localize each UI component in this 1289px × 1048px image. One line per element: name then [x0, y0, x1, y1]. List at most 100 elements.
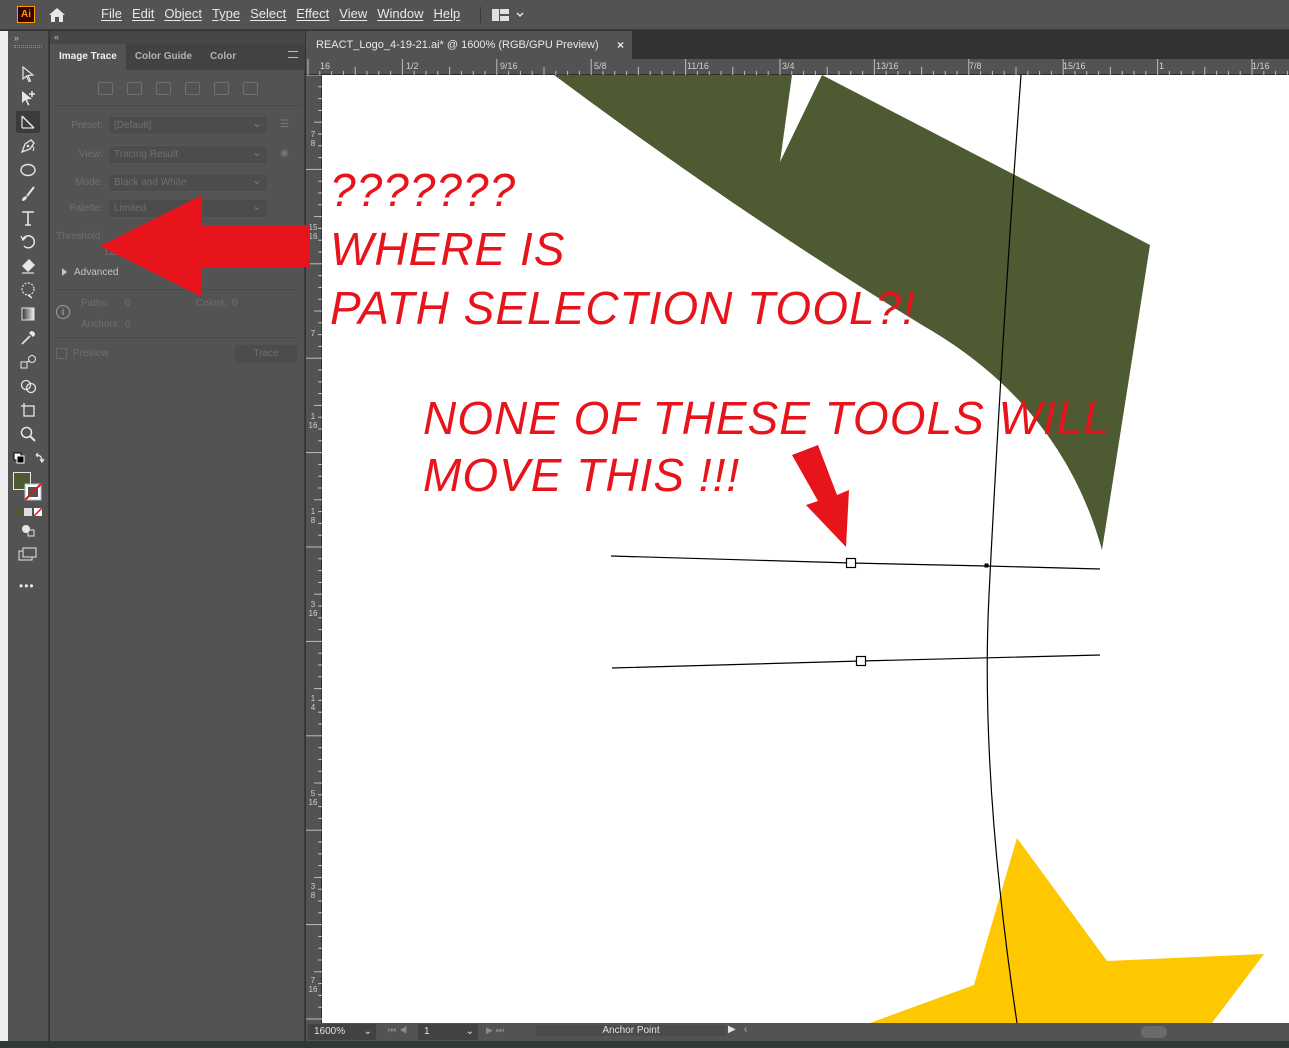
- menu-type[interactable]: Type: [207, 0, 245, 30]
- menu-divider: [480, 7, 481, 23]
- ruler-label: 11/16: [687, 61, 709, 71]
- chevron-down-icon[interactable]: ⌄: [466, 1024, 474, 1040]
- anchor-point-1: [845, 557, 857, 569]
- default-fill-stroke-icon[interactable]: [12, 451, 46, 467]
- mode-row: Mode: Black and White: [50, 171, 305, 193]
- type-tool-icon[interactable]: [16, 207, 40, 229]
- disclosure-triangle-icon: [62, 268, 67, 277]
- trace-button[interactable]: Trace: [235, 345, 297, 363]
- preview-label: Preview: [73, 348, 109, 359]
- blend-tool-icon[interactable]: [16, 351, 40, 373]
- line-segment-tool-icon[interactable]: [16, 111, 40, 133]
- view-select[interactable]: Tracing Result: [108, 143, 268, 164]
- red-arrow-down: [792, 445, 849, 547]
- preset-list-icon[interactable]: ☰: [280, 119, 292, 130]
- preset-label: Preset:: [71, 120, 103, 131]
- tools-panel: » •••: [8, 31, 49, 1041]
- pen-tool-icon[interactable]: [16, 135, 40, 157]
- workspace-switcher-icon[interactable]: [491, 7, 531, 23]
- ruler-label: 1 8: [310, 507, 316, 525]
- low-color-preset-icon[interactable]: [155, 82, 171, 95]
- direct-selection-tool-icon[interactable]: [16, 87, 40, 109]
- artboard-tool-icon[interactable]: [16, 399, 40, 421]
- preset-select[interactable]: [Default]: [108, 114, 268, 135]
- scroll-left-icon[interactable]: ‹: [744, 1024, 747, 1035]
- stroke-swatch-none[interactable]: [24, 483, 42, 501]
- toolbar-grip[interactable]: [14, 45, 42, 48]
- artboard-number-field[interactable]: 1 ⌄: [418, 1024, 478, 1040]
- tab-color[interactable]: Color: [201, 44, 245, 70]
- rotate-tool-icon[interactable]: [16, 231, 40, 253]
- view-label: View:: [78, 149, 103, 160]
- palette-label: Palette:: [69, 203, 103, 214]
- anchor-point-3: [984, 563, 989, 568]
- tab-image-trace[interactable]: Image Trace: [50, 44, 126, 70]
- ellipse-tool-icon[interactable]: [16, 159, 40, 181]
- info-icon: i: [56, 305, 70, 319]
- menu-edit[interactable]: Edit: [127, 0, 159, 30]
- draw-mode-icon[interactable]: [20, 523, 36, 537]
- gradient-tool-icon[interactable]: [16, 303, 40, 325]
- menu-object[interactable]: Object: [159, 0, 207, 30]
- selection-tool-icon[interactable]: [16, 63, 40, 85]
- divider: [56, 337, 299, 338]
- ruler-ticks: [307, 59, 1288, 75]
- document-tab[interactable]: REACT_Logo_4-19-21.ai* @ 1600% (RGB/GPU …: [306, 31, 632, 59]
- yellow-star-shape: [870, 838, 1264, 1023]
- high-color-preset-icon[interactable]: [126, 82, 142, 95]
- menu-view[interactable]: View: [334, 0, 372, 30]
- colors-label: Colors:: [196, 298, 228, 309]
- outline-preset-icon[interactable]: [242, 82, 258, 95]
- ruler-label: 1/2: [406, 61, 419, 71]
- panel-collapse-icon[interactable]: «: [50, 31, 305, 44]
- annotation-path-selection: PATH SELECTION TOOL?!: [330, 282, 916, 334]
- preset-row: Preset: [Default] ☰: [50, 114, 305, 136]
- paintbrush-tool-icon[interactable]: [16, 183, 40, 205]
- tab-color-guide[interactable]: Color Guide: [126, 44, 201, 70]
- grayscale-preset-icon[interactable]: [184, 82, 200, 95]
- status-info[interactable]: Anchor Point: [536, 1025, 726, 1036]
- mode-label: Mode:: [75, 177, 103, 188]
- puppet-warp-tool-icon[interactable]: [16, 279, 40, 301]
- ruler-label: 16: [320, 61, 331, 71]
- anchors-value: 0: [125, 319, 131, 330]
- paths-label: Paths:: [81, 298, 110, 309]
- menu-bar: Ai File Edit Object Type Select Effect V…: [0, 0, 1289, 30]
- edit-toolbar-icon[interactable]: •••: [19, 579, 35, 593]
- eyedropper-tool-icon[interactable]: [16, 327, 40, 349]
- mode-select[interactable]: Black and White: [108, 171, 268, 192]
- menu-select[interactable]: Select: [245, 0, 291, 30]
- screen-mode-icon[interactable]: [18, 547, 38, 561]
- ruler-label: 5 16: [308, 789, 318, 807]
- preview-checkbox[interactable]: [56, 348, 67, 359]
- horizontal-ruler[interactable]: 16 1/2 9/16 5/8 11/16 3/4 13/16 7/8 15/16 1 1/16: [306, 59, 1289, 75]
- auto-color-preset-icon[interactable]: [97, 82, 113, 95]
- horizontal-scrollbar-thumb[interactable]: [1141, 1026, 1167, 1038]
- first-prev-artboard-icons[interactable]: ⏮◀: [388, 1025, 410, 1036]
- menu-help[interactable]: Help: [428, 0, 465, 30]
- ruler-label: 3 16: [308, 600, 318, 618]
- ruler-label: 7/8: [969, 61, 982, 71]
- eye-icon[interactable]: ◉: [280, 148, 292, 159]
- menu-effect[interactable]: Effect: [291, 0, 334, 30]
- black-white-preset-icon[interactable]: [213, 82, 229, 95]
- menu-file[interactable]: File: [96, 0, 127, 30]
- next-last-artboard-icons[interactable]: ▶⏭: [486, 1025, 507, 1036]
- zoom-field[interactable]: 1600% ⌄: [308, 1024, 376, 1040]
- status-menu-icon[interactable]: ▶: [728, 1024, 736, 1035]
- panel-menu-icon[interactable]: [288, 51, 298, 58]
- close-icon[interactable]: ×: [617, 31, 624, 59]
- artboard-canvas[interactable]: ??????? WHERE IS PATH SELECTION TOOL?! N…: [322, 75, 1289, 1023]
- chevron-down-icon[interactable]: ⌄: [364, 1024, 372, 1040]
- zoom-tool-icon[interactable]: [16, 423, 40, 445]
- toolbar-collapse-icon[interactable]: »: [14, 33, 19, 43]
- document-tab-bar: REACT_Logo_4-19-21.ai* @ 1600% (RGB/GPU …: [306, 31, 1289, 59]
- home-icon[interactable]: [46, 5, 68, 25]
- colors-value: 0: [232, 298, 238, 309]
- eraser-tool-icon[interactable]: [16, 255, 40, 277]
- color-mode-buttons[interactable]: [14, 507, 44, 517]
- shape-builder-tool-icon[interactable]: [16, 375, 40, 397]
- menu-window[interactable]: Window: [372, 0, 428, 30]
- annotation-where-is: WHERE IS: [330, 223, 566, 275]
- ruler-label: 3 8: [310, 882, 316, 900]
